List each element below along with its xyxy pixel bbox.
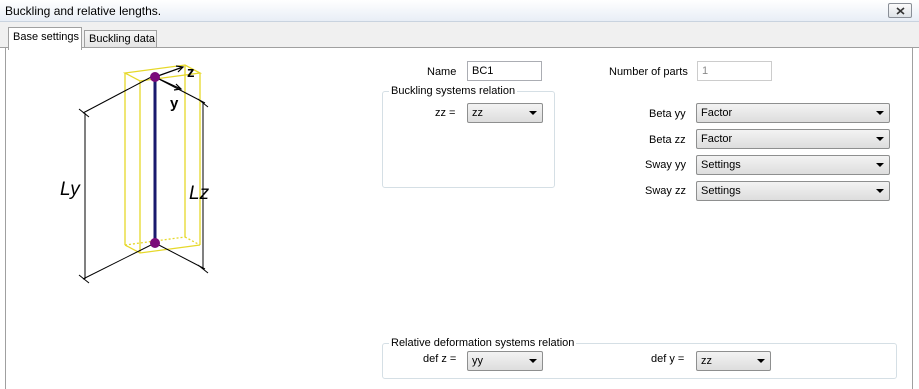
tab-buckling-data[interactable]: Buckling data (84, 30, 157, 48)
buckling-length-diagram: z y Ly Lz (55, 55, 240, 290)
number-of-parts-label: Number of parts (609, 66, 688, 78)
beta-yy-select[interactable]: Factor (696, 103, 890, 123)
def-y-select[interactable]: zz (696, 351, 771, 371)
beta-zz-select-value: Factor (701, 133, 733, 145)
def-z-select-value: yy (472, 355, 483, 367)
def-z-label: def z = (423, 353, 457, 365)
close-icon (895, 6, 905, 15)
top-node (150, 72, 160, 82)
sway-zz-label: Sway zz (645, 185, 686, 197)
window-title: Buckling and relative lengths. (5, 4, 162, 18)
zz-select[interactable]: zz (467, 103, 543, 123)
panel-border-right (912, 47, 913, 389)
chevron-down-icon (529, 359, 537, 363)
name-field[interactable]: BC1 (467, 61, 542, 81)
chevron-down-icon (876, 137, 884, 141)
sway-yy-label: Sway yy (645, 159, 686, 171)
column-outline (122, 64, 203, 254)
beta-zz-label: Beta zz (649, 134, 686, 146)
bottom-node (150, 238, 160, 248)
close-button[interactable] (888, 3, 912, 18)
dimension-lines (78, 74, 209, 284)
length-y-label: Ly (60, 179, 81, 200)
axis-y-label: y (170, 95, 179, 112)
length-z-label: Lz (189, 183, 210, 204)
name-label: Name (427, 66, 457, 78)
chevron-down-icon (876, 163, 884, 167)
tab-base-settings[interactable]: Base settings (8, 27, 82, 50)
chevron-down-icon (757, 359, 765, 363)
panel-border-left (5, 47, 6, 389)
buckling-systems-relation-title: Buckling systems relation (389, 85, 518, 97)
beta-yy-label: Beta yy (649, 108, 686, 120)
def-y-label: def y = (651, 353, 685, 365)
axis-z-label: z (187, 64, 195, 81)
zz-label: zz = (435, 107, 456, 119)
sway-yy-select[interactable]: Settings (696, 155, 890, 175)
tab-buckling-data-label: Buckling data (89, 33, 156, 45)
chevron-down-icon (529, 111, 537, 115)
def-y-select-value: zz (701, 355, 712, 367)
chevron-down-icon (876, 189, 884, 193)
relative-deformation-title: Relative deformation systems relation (389, 337, 577, 349)
sway-yy-select-value: Settings (701, 159, 741, 171)
title-bar: Buckling and relative lengths. (0, 0, 919, 22)
beta-yy-select-value: Factor (701, 107, 733, 119)
tab-base-settings-label: Base settings (13, 31, 80, 43)
chevron-down-icon (876, 111, 884, 115)
zz-select-value: zz (472, 107, 483, 119)
sway-zz-select[interactable]: Settings (696, 181, 890, 201)
def-z-select[interactable]: yy (467, 351, 543, 371)
beta-zz-select[interactable]: Factor (696, 129, 890, 149)
sway-zz-select-value: Settings (701, 185, 741, 197)
number-of-parts-field[interactable]: 1 (697, 61, 772, 81)
